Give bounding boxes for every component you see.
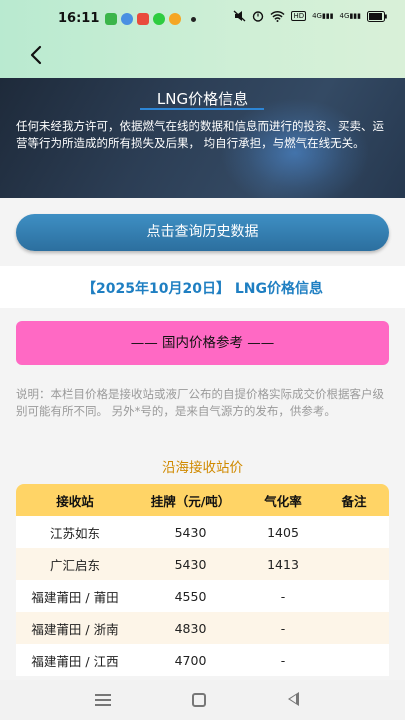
date-title: 【2025年10月20日】 LNG价格信息 — [82, 281, 323, 297]
back-icon[interactable] — [288, 692, 299, 706]
wifi-icon — [270, 10, 285, 22]
gasification-cell: - — [247, 580, 319, 612]
system-nav-bar — [0, 680, 405, 720]
hd-icon: HD — [291, 11, 307, 21]
date-title-bar: 【2025年10月20日】 LNG价格信息 — [0, 266, 405, 308]
gasification-cell: 1405 — [247, 516, 319, 548]
table-header-row: 接收站 挂牌（元/吨） 气化率 备注 — [16, 484, 389, 516]
station-cell: 福建莆田 / 江西 — [16, 644, 134, 676]
message-icon — [105, 13, 117, 25]
gasification-cell: 1413 — [247, 548, 319, 580]
price-cell: 5430 — [134, 516, 247, 548]
remark-cell — [319, 644, 389, 676]
alarm-icon — [253, 11, 264, 22]
column-header-remark: 备注 — [319, 484, 389, 516]
coastal-price-table: 接收站 挂牌（元/吨） 气化率 备注 江苏如东 5430 1405 广汇启东 5… — [16, 484, 389, 676]
column-header-gasification: 气化率 — [247, 484, 319, 516]
price-note: 说明：本栏目价格是接收站或液厂公布的自提价格实际成交价根据客户级别可能有所不同。… — [16, 387, 384, 418]
signal-icon: 4G▮▮▮ — [312, 12, 334, 20]
social-icon — [169, 13, 181, 25]
browser-icon — [121, 13, 133, 25]
status-bar: 16:11 HD 4G▮▮▮ 4G▮▮▮ — [0, 0, 405, 38]
chat-icon — [153, 13, 165, 25]
column-header-station: 接收站 — [16, 484, 134, 516]
signal-icon-2: 4G▮▮▮ — [339, 12, 361, 20]
hero-title-underline — [140, 108, 264, 110]
station-cell: 江苏如东 — [16, 516, 134, 548]
dot-icon — [191, 17, 196, 22]
station-cell: 福建莆田 / 浙南 — [16, 612, 134, 644]
table-row[interactable]: 福建莆田 / 浙南 4830 - — [16, 612, 389, 644]
gasification-cell: - — [247, 644, 319, 676]
status-time: 16:11 — [58, 11, 100, 26]
price-cell: 4550 — [134, 580, 247, 612]
top-header-area: 16:11 HD 4G▮▮▮ 4G▮▮▮ — [0, 0, 405, 78]
remark-cell — [319, 580, 389, 612]
back-chevron-icon — [30, 45, 42, 65]
gasification-cell: - — [247, 612, 319, 644]
coastal-section-title: 沿海接收站价 — [162, 460, 243, 476]
home-icon[interactable] — [192, 693, 206, 707]
remark-cell — [319, 516, 389, 548]
price-cell: 4830 — [134, 612, 247, 644]
table-row[interactable]: 江苏如东 5430 1405 — [16, 516, 389, 548]
notification-icons — [105, 13, 196, 25]
mute-icon — [234, 10, 246, 22]
table-row[interactable]: 福建莆田 / 莆田 4550 - — [16, 580, 389, 612]
menu-icon[interactable] — [95, 694, 111, 706]
station-cell: 广汇启东 — [16, 548, 134, 580]
station-cell: 福建莆田 / 莆田 — [16, 580, 134, 612]
disclaimer-text: 任何未经我方许可，依据燃气在线的数据和信息而进行的投资、买卖、运营等行为所造成的… — [16, 119, 384, 150]
history-data-button[interactable]: 点击查询历史数据 — [16, 214, 389, 251]
back-button[interactable] — [22, 42, 52, 68]
battery-icon — [367, 10, 387, 22]
domestic-price-header: —— 国内价格参考 —— — [16, 321, 389, 365]
remark-cell — [319, 612, 389, 644]
video-icon — [137, 13, 149, 25]
table-row[interactable]: 福建莆田 / 江西 4700 - — [16, 644, 389, 676]
column-header-price: 挂牌（元/吨） — [134, 484, 247, 516]
table-row[interactable]: 广汇启东 5430 1413 — [16, 548, 389, 580]
system-status-icons: HD 4G▮▮▮ 4G▮▮▮ — [233, 10, 387, 22]
hero-banner: LNG价格信息 任何未经我方许可，依据燃气在线的数据和信息而进行的投资、买卖、运… — [0, 78, 405, 198]
price-cell: 5430 — [134, 548, 247, 580]
remark-cell — [319, 548, 389, 580]
hero-title: LNG价格信息 — [156, 90, 249, 108]
price-cell: 4700 — [134, 644, 247, 676]
